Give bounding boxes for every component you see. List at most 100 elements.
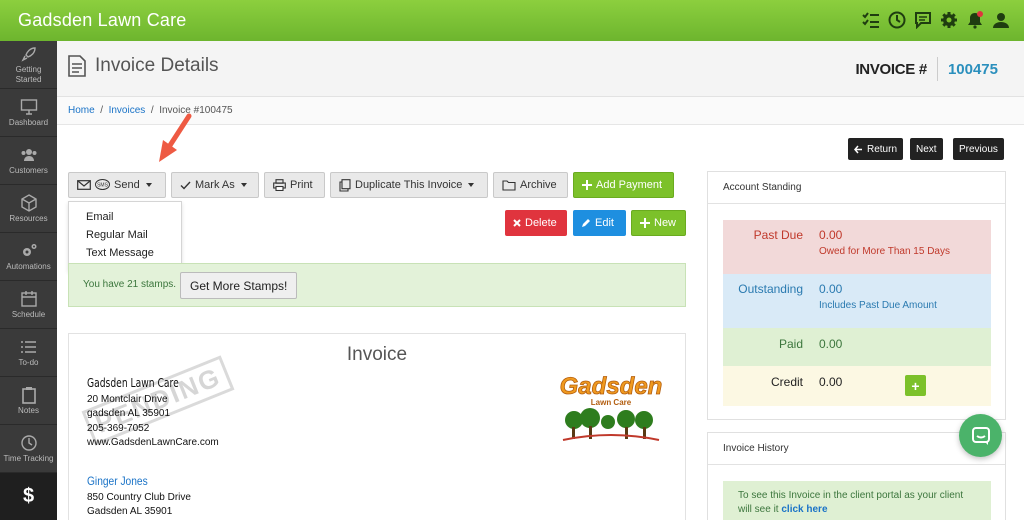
paid-label: Paid xyxy=(778,337,803,351)
add-payment-button[interactable]: Add Payment xyxy=(573,172,674,198)
top-bar: Gadsden Lawn Care xyxy=(0,0,1024,41)
client-portal-notice: To see this Invoice in the client portal… xyxy=(723,481,991,520)
client-address-2: Gadsden AL 35901 xyxy=(87,506,173,517)
sidebar: Getting Started Dashboard Customers Resou… xyxy=(0,41,57,520)
chevron-down-icon xyxy=(240,183,247,187)
client-name[interactable]: Ginger Jones xyxy=(87,474,148,489)
outstanding-value: 0.00 xyxy=(819,282,843,296)
company-logo: Gadsden Lawn Care xyxy=(559,373,663,441)
send-button[interactable]: SMS Send xyxy=(68,172,166,198)
pencil-icon xyxy=(582,219,590,227)
sidebar-item-label: Resources xyxy=(9,213,48,223)
account-standing-title: Account Standing xyxy=(708,172,1005,204)
account-standing-panel: Account Standing Past Due 0.00 Owed for … xyxy=(707,171,1006,420)
chat-icon[interactable] xyxy=(914,11,932,29)
chevron-down-icon xyxy=(468,183,475,187)
menu-item-regular-mail[interactable]: Regular Mail xyxy=(69,226,181,244)
plus-icon xyxy=(582,180,592,190)
add-credit-button[interactable]: + xyxy=(905,375,926,396)
sidebar-item-customers[interactable]: Customers xyxy=(0,137,57,185)
sidebar-item-dashboard[interactable]: Dashboard xyxy=(0,89,57,137)
company-name: Gadsden Lawn Care xyxy=(87,376,179,390)
sidebar-item-schedule[interactable]: Schedule xyxy=(0,281,57,329)
print-button[interactable]: Print xyxy=(264,172,325,198)
company-info: Gadsden Lawn Care 20 Montclair Drive gad… xyxy=(87,376,219,451)
plus-icon xyxy=(640,218,650,228)
document-icon xyxy=(68,55,86,77)
calendar-icon xyxy=(20,290,37,307)
clipboard-icon xyxy=(21,386,36,404)
sidebar-item-notes[interactable]: Notes xyxy=(0,377,57,425)
sidebar-item-invoices[interactable]: $ xyxy=(0,473,57,520)
company-phone: 205-369-7052 xyxy=(87,422,150,434)
chat-bubble-icon xyxy=(971,426,990,445)
checklist-icon[interactable] xyxy=(862,11,880,29)
monitor-icon xyxy=(20,98,37,115)
client-info: Ginger Jones 850 Country Club Drive Gads… xyxy=(87,474,191,520)
past-due-row: Past Due 0.00 Owed for More Than 15 Days xyxy=(723,220,991,274)
company-address-2: gadsden AL 35901 xyxy=(87,408,171,419)
sidebar-item-getting-started[interactable]: Getting Started xyxy=(0,41,57,89)
sidebar-item-time-tracking[interactable]: Time Tracking xyxy=(0,425,57,473)
sidebar-item-resources[interactable]: Resources xyxy=(0,185,57,233)
envelope-icon xyxy=(77,180,91,190)
delete-button[interactable]: Delete xyxy=(505,210,567,236)
new-button[interactable]: New xyxy=(631,210,686,236)
app-title[interactable]: Gadsden Lawn Care xyxy=(18,10,187,31)
sidebar-item-label: Dashboard xyxy=(8,117,49,127)
outstanding-row: Outstanding 0.00 Includes Past Due Amoun… xyxy=(723,274,991,328)
users-icon xyxy=(21,148,36,161)
menu-item-email[interactable]: Email xyxy=(69,208,181,226)
client-portal-link[interactable]: click here xyxy=(781,504,827,515)
breadcrumb-separator: / xyxy=(100,105,104,116)
list-icon xyxy=(20,340,36,353)
archive-button[interactable]: Archive xyxy=(493,172,568,198)
sidebar-item-label: Notes xyxy=(18,405,39,415)
sidebar-item-label: To-do xyxy=(18,357,39,367)
get-more-stamps-button[interactable]: Get More Stamps! xyxy=(180,272,298,299)
paid-row: Paid 0.00 xyxy=(723,328,991,366)
sidebar-item-label: Schedule xyxy=(11,309,46,319)
stamps-alert: You have 21 stamps. Get More Stamps! xyxy=(68,263,686,307)
svg-text:SMS: SMS xyxy=(97,183,109,189)
copy-icon xyxy=(339,178,351,192)
menu-item-text-message[interactable]: Text Message xyxy=(69,244,181,262)
outstanding-label: Outstanding xyxy=(738,282,803,296)
duplicate-invoice-button[interactable]: Duplicate This Invoice xyxy=(330,172,488,198)
dollar-icon: $ xyxy=(22,485,35,507)
clock-icon xyxy=(20,434,37,451)
previous-button[interactable]: Previous xyxy=(953,138,1004,160)
mark-as-button[interactable]: Mark As xyxy=(171,172,259,198)
breadcrumb-home[interactable]: Home xyxy=(68,105,95,116)
invoice-number-block: INVOICE # 100475 xyxy=(855,57,998,81)
client-address-1: 850 Country Club Drive xyxy=(87,491,191,503)
sidebar-item-label: Getting Started xyxy=(15,64,42,84)
gears-icon xyxy=(22,243,36,256)
sidebar-item-automations[interactable]: Automations xyxy=(0,233,57,281)
past-due-value: 0.00 xyxy=(819,228,843,242)
svg-text:Gadsden: Gadsden xyxy=(560,373,663,400)
bell-icon[interactable] xyxy=(966,11,984,29)
return-button[interactable]: Return xyxy=(848,138,904,160)
credit-row: Credit 0.00 + xyxy=(723,366,991,406)
topbar-icons xyxy=(862,11,1010,29)
folder-icon xyxy=(502,179,516,191)
credit-label: Credit xyxy=(770,375,803,389)
sidebar-item-todo[interactable]: To-do xyxy=(0,329,57,377)
send-dropdown-menu: Email Regular Mail Text Message xyxy=(68,201,182,271)
gear-icon[interactable] xyxy=(940,11,958,29)
next-button[interactable]: Next xyxy=(910,138,943,160)
chat-widget-button[interactable] xyxy=(959,414,1002,457)
edit-button[interactable]: Edit xyxy=(573,210,626,236)
breadcrumb-invoices[interactable]: Invoices xyxy=(109,105,146,116)
past-due-label: Past Due xyxy=(753,228,803,242)
stamps-count-text: You have 21 stamps. xyxy=(83,279,177,290)
close-icon xyxy=(513,219,521,227)
invoice-number-label: INVOICE # xyxy=(855,60,927,78)
clock-icon[interactable] xyxy=(888,11,906,29)
sms-icon: SMS xyxy=(95,179,110,190)
breadcrumb: Home / Invoices / Invoice #100475 xyxy=(57,97,1024,125)
divider xyxy=(936,57,938,81)
user-icon[interactable] xyxy=(992,11,1010,29)
invoice-heading: Invoice xyxy=(346,344,408,365)
